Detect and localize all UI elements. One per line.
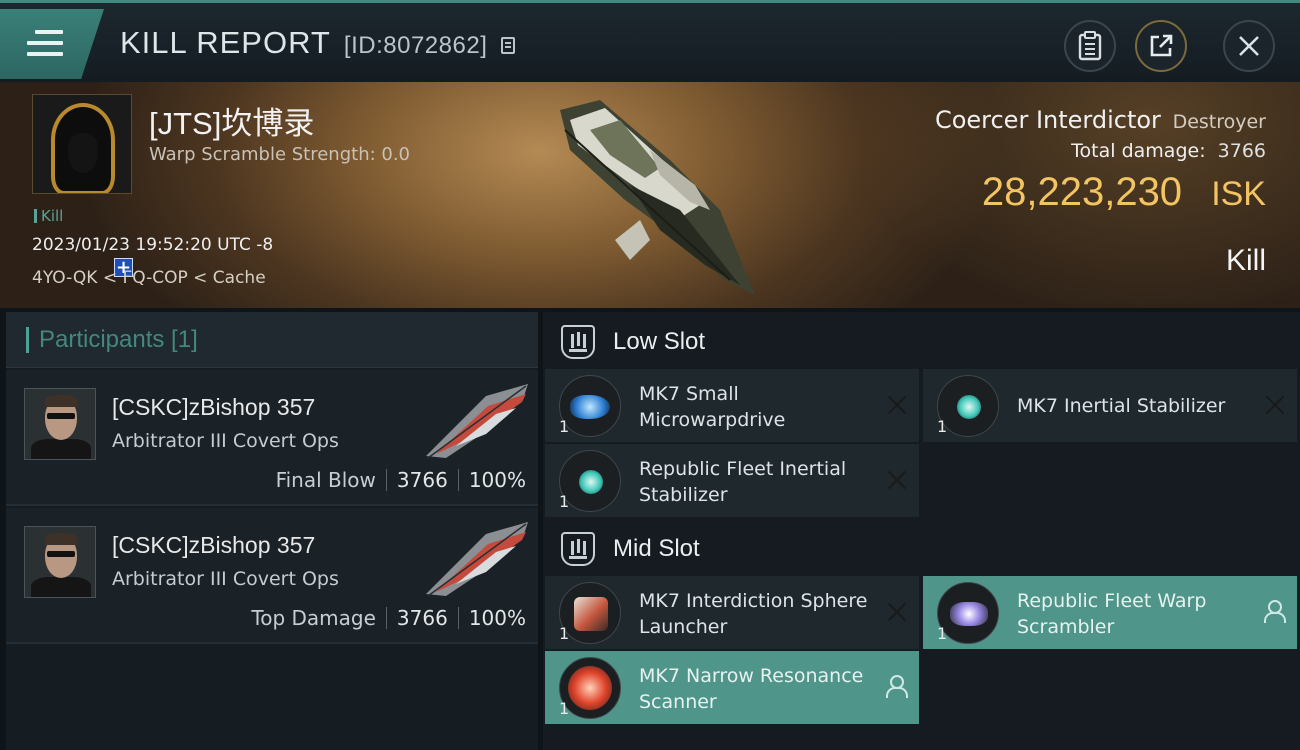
share-button[interactable] bbox=[1135, 20, 1187, 72]
dropped-icon bbox=[885, 675, 908, 698]
kill-id: [ID:8072862] bbox=[343, 32, 488, 59]
module-qty: 1 bbox=[937, 417, 948, 436]
menu-icon bbox=[27, 30, 63, 58]
ship-name: Coercer Interdictor bbox=[934, 106, 1161, 134]
module-item[interactable]: 1 MK7 Interdiction Sphere Launcher bbox=[545, 576, 919, 649]
victim-name[interactable]: [JTS]坎博录 bbox=[149, 98, 314, 143]
participant-card[interactable]: [CSKC]zBishop 357 Arbitrator III Covert … bbox=[6, 370, 538, 506]
warp-scramble-strength: Warp Scramble Strength: 0.0 bbox=[149, 144, 411, 165]
destroyed-icon bbox=[887, 395, 907, 415]
isk-amount: 28,223,230 bbox=[981, 170, 1183, 214]
participant-stats: Top Damage 3766 100% bbox=[251, 606, 526, 630]
participant-avatar[interactable] bbox=[24, 526, 96, 598]
victim-ship-image bbox=[560, 100, 755, 295]
low-slot-header: Low Slot bbox=[543, 314, 1300, 370]
participant-role: Final Blow bbox=[275, 468, 376, 492]
participant-ship-image bbox=[426, 522, 528, 597]
isk-unit: ISK bbox=[1211, 175, 1266, 213]
destroyed-icon bbox=[887, 470, 907, 490]
module-qty: 1 bbox=[559, 699, 570, 718]
participant-damage: 3766 bbox=[396, 606, 448, 630]
participant-ship-image bbox=[426, 384, 528, 459]
destroyed-icon bbox=[1265, 395, 1285, 415]
module-qty: 1 bbox=[559, 492, 570, 511]
module-item[interactable]: 1 Republic Fleet Inertial Stabilizer bbox=[545, 444, 919, 517]
module-name: Republic Fleet Warp Scrambler bbox=[1017, 590, 1207, 638]
victim-banner: + [JTS]坎博录 Warp Scramble Strength: 0.0 K… bbox=[0, 82, 1300, 308]
destroyed-icon bbox=[887, 602, 907, 622]
module-item[interactable]: 1 MK7 Small Microwarpdrive bbox=[545, 369, 919, 442]
module-item[interactable]: 1 Republic Fleet Warp Scrambler bbox=[923, 576, 1297, 649]
close-button[interactable] bbox=[1223, 20, 1275, 72]
mid-slot-icon bbox=[561, 532, 595, 566]
total-damage-label: Total damage: bbox=[1071, 140, 1206, 162]
participants-panel: Participants [1] [CSKC]zBishop 357 Arbit… bbox=[6, 312, 538, 750]
participant-card[interactable]: [CSKC]zBishop 357 Arbitrator III Covert … bbox=[6, 508, 538, 644]
module-qty: 1 bbox=[937, 624, 948, 643]
participant-percent: 100% bbox=[468, 468, 526, 492]
kill-datetime: 2023/01/23 19:52:20 UTC -8 bbox=[32, 235, 274, 255]
participant-role: Top Damage bbox=[251, 606, 376, 630]
participants-tab[interactable]: Participants [1] bbox=[6, 312, 538, 368]
ship-class: Destroyer bbox=[1172, 111, 1266, 133]
participant-name: [CSKC]zBishop 357 bbox=[112, 394, 316, 420]
low-slot-icon bbox=[561, 325, 595, 359]
participant-avatar[interactable] bbox=[24, 388, 96, 460]
module-name: Republic Fleet Inertial Stabilizer bbox=[639, 458, 847, 506]
participant-ship: Arbitrator III Covert Ops bbox=[112, 430, 339, 452]
participants-header: Participants [1] bbox=[39, 325, 198, 353]
dropped-icon bbox=[1263, 600, 1286, 623]
participant-stats: Final Blow 3766 100% bbox=[276, 468, 526, 492]
module-name: MK7 Interdiction Sphere Launcher bbox=[639, 590, 868, 638]
mid-slot-header: Mid Slot bbox=[543, 521, 1300, 577]
low-slot-title: Low Slot bbox=[613, 328, 706, 355]
fitting-panel: Low Slot 1 MK7 Small Microwarpdrive 1 MK… bbox=[543, 312, 1300, 750]
total-damage-value: 3766 bbox=[1217, 140, 1266, 162]
menu-button[interactable] bbox=[0, 9, 104, 79]
module-qty: 1 bbox=[559, 417, 570, 436]
module-item[interactable]: 1 MK7 Inertial Stabilizer bbox=[923, 369, 1297, 442]
kill-location[interactable]: 4YO-QK < FQ-COP < Cache bbox=[32, 268, 266, 288]
kill-result: Kill bbox=[1225, 244, 1266, 277]
participant-percent: 100% bbox=[468, 606, 526, 630]
report-icon bbox=[1078, 31, 1102, 61]
report-button[interactable] bbox=[1064, 20, 1116, 72]
share-icon bbox=[1150, 34, 1173, 57]
participant-damage: 3766 bbox=[396, 468, 448, 492]
participant-name: [CSKC]zBishop 357 bbox=[112, 532, 316, 558]
title-text: KILL REPORT bbox=[120, 25, 331, 60]
top-bar: KILL REPORT [ID:8072862] bbox=[0, 0, 1300, 82]
mid-slot-title: Mid Slot bbox=[613, 535, 700, 562]
module-item[interactable]: 1 MK7 Narrow Resonance Scanner bbox=[545, 651, 919, 724]
isk-value: 28,223,230 ISK bbox=[982, 170, 1266, 215]
copy-icon[interactable] bbox=[500, 37, 515, 54]
participant-ship: Arbitrator III Covert Ops bbox=[112, 568, 339, 590]
module-name: MK7 Narrow Resonance Scanner bbox=[639, 665, 864, 713]
kill-tag: Kill bbox=[34, 207, 63, 225]
total-damage: Total damage: 3766 bbox=[1071, 140, 1266, 162]
module-name: MK7 Small Microwarpdrive bbox=[639, 383, 786, 431]
close-icon bbox=[1239, 36, 1259, 56]
module-name: MK7 Inertial Stabilizer bbox=[1017, 395, 1226, 417]
victim-avatar[interactable] bbox=[32, 94, 132, 194]
module-qty: 1 bbox=[559, 624, 570, 643]
victim-ship[interactable]: Coercer Interdictor Destroyer bbox=[935, 106, 1266, 134]
page-title: KILL REPORT [ID:8072862] bbox=[120, 25, 515, 61]
